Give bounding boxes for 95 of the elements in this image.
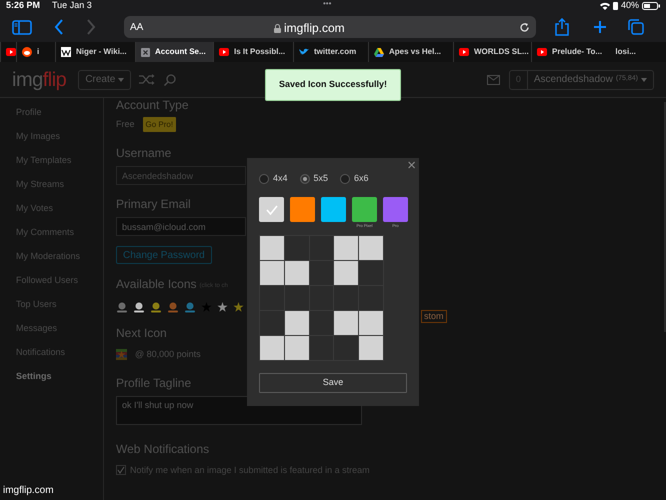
text-size-button[interactable]: AA [130, 20, 144, 34]
pixel-cell[interactable] [334, 286, 358, 310]
section-heading: Profile Tagline [116, 374, 192, 392]
url-text: imgflip.com [284, 20, 345, 37]
sidebar-link[interactable]: Settings [16, 365, 103, 389]
pixel-cell[interactable] [334, 336, 358, 360]
pixel-cell[interactable] [260, 286, 284, 310]
pixel-cell[interactable] [284, 236, 309, 260]
color-swatch[interactable] [259, 197, 284, 222]
pixel-cell[interactable] [310, 311, 334, 335]
back-icon[interactable] [54, 19, 64, 35]
shuffle-icon[interactable] [139, 74, 156, 85]
pixel-cell[interactable] [359, 336, 383, 360]
color-swatch[interactable] [383, 197, 408, 222]
browser-tab[interactable]: WORLDS SL... [453, 42, 531, 62]
color-swatch[interactable] [321, 197, 346, 222]
favicon-icon [299, 48, 309, 56]
account-type-text: Free [116, 118, 135, 131]
section-heading: Web Notifications [116, 440, 210, 458]
person-icon[interactable] [150, 302, 162, 312]
lock-icon [274, 24, 281, 32]
pixel-cell[interactable] [359, 286, 383, 310]
section-heading: Primary Email [116, 196, 191, 213]
email-field[interactable]: bussam@icloud.com [116, 217, 246, 236]
custom-button[interactable]: stom [421, 310, 447, 323]
share-icon[interactable] [555, 18, 569, 36]
pixel-cell[interactable] [284, 286, 309, 310]
pixel-cell[interactable] [310, 286, 334, 310]
pixel-cell[interactable] [334, 261, 358, 285]
star-icon[interactable] [217, 302, 228, 312]
caret-icon [118, 78, 124, 82]
create-button[interactable]: Create [78, 70, 132, 90]
status-date: Tue Jan 3 [52, 0, 92, 12]
forward-icon[interactable] [86, 19, 96, 35]
battery-percent: 40% [620, 0, 639, 12]
pixel-cell[interactable] [359, 311, 383, 335]
imgflip-logo[interactable]: imgflip [12, 64, 66, 94]
notify-checkbox[interactable] [116, 465, 126, 476]
color-swatch[interactable] [352, 197, 377, 222]
browser-tab[interactable]: Account Se... [135, 42, 213, 62]
favicon-icon [6, 48, 16, 56]
points-text: @ 80,000 points [135, 348, 201, 361]
favicon-icon [219, 48, 229, 56]
color-swatch[interactable] [290, 197, 315, 222]
close-button[interactable]: × [407, 158, 416, 173]
pixel-cell[interactable] [260, 311, 284, 335]
pixel-cell[interactable] [260, 236, 284, 260]
pixel-cell[interactable] [310, 261, 334, 285]
caret-icon [641, 78, 647, 82]
mail-icon[interactable] [486, 74, 500, 84]
lock-rotation-icon [612, 2, 618, 10]
star-icon[interactable] [233, 302, 244, 312]
section-heading: Username [116, 145, 172, 162]
status-time: 5:26 PM [6, 0, 40, 12]
favicon-icon [374, 48, 384, 56]
favicon-icon [537, 48, 547, 56]
success-toast: Saved Icon Successfully! [265, 69, 401, 101]
pixel-cell[interactable] [310, 236, 334, 260]
pixel-cell[interactable] [334, 311, 358, 335]
section-heading: Account Type [116, 98, 188, 114]
link-preview-text: imgflip.com [2, 483, 55, 498]
pixel-cell[interactable] [359, 236, 383, 260]
address-bar[interactable]: AA imgflip.com [124, 16, 536, 38]
favicon-icon [22, 47, 32, 57]
size-radio[interactable]: 5x5 [300, 172, 328, 186]
next-icon-badge-icon [116, 349, 127, 360]
size-radio[interactable]: 4x4 [259, 172, 288, 186]
pixel-cell[interactable] [334, 236, 358, 260]
favicon-icon [141, 48, 150, 56]
browser-tab[interactable]: Prelude- To... losi... [531, 42, 638, 62]
new-tab-icon[interactable] [593, 20, 607, 34]
size-radio[interactable]: 6x6 [340, 172, 369, 186]
pixel-cell[interactable] [284, 336, 309, 360]
wifi-icon [600, 2, 610, 10]
pixel-cell[interactable] [284, 311, 309, 335]
save-button[interactable]: Save [259, 373, 407, 393]
section-heading: Next Icon [116, 325, 167, 342]
browser-tab[interactable] [0, 42, 16, 62]
section-heading: Available Icons [116, 276, 196, 293]
reload-icon[interactable] [519, 22, 530, 32]
favicon-icon [459, 48, 469, 56]
pixel-cell[interactable] [260, 261, 284, 285]
pixel-cell[interactable] [359, 261, 383, 285]
favicon-icon [61, 47, 71, 57]
person-icon[interactable] [133, 302, 145, 312]
change-password-button[interactable]: Change Password [116, 246, 212, 264]
pixel-cell[interactable] [284, 261, 309, 285]
search-icon[interactable] [164, 74, 176, 86]
pixel-cell[interactable] [260, 336, 284, 360]
pixel-cell[interactable] [310, 336, 334, 360]
sidebar-icon[interactable] [12, 20, 32, 34]
battery-icon [642, 2, 660, 10]
multitask-dots: ••• [323, 0, 332, 10]
go-pro-button[interactable]: Go Pro! [142, 117, 176, 132]
tabs-icon[interactable] [628, 19, 644, 35]
